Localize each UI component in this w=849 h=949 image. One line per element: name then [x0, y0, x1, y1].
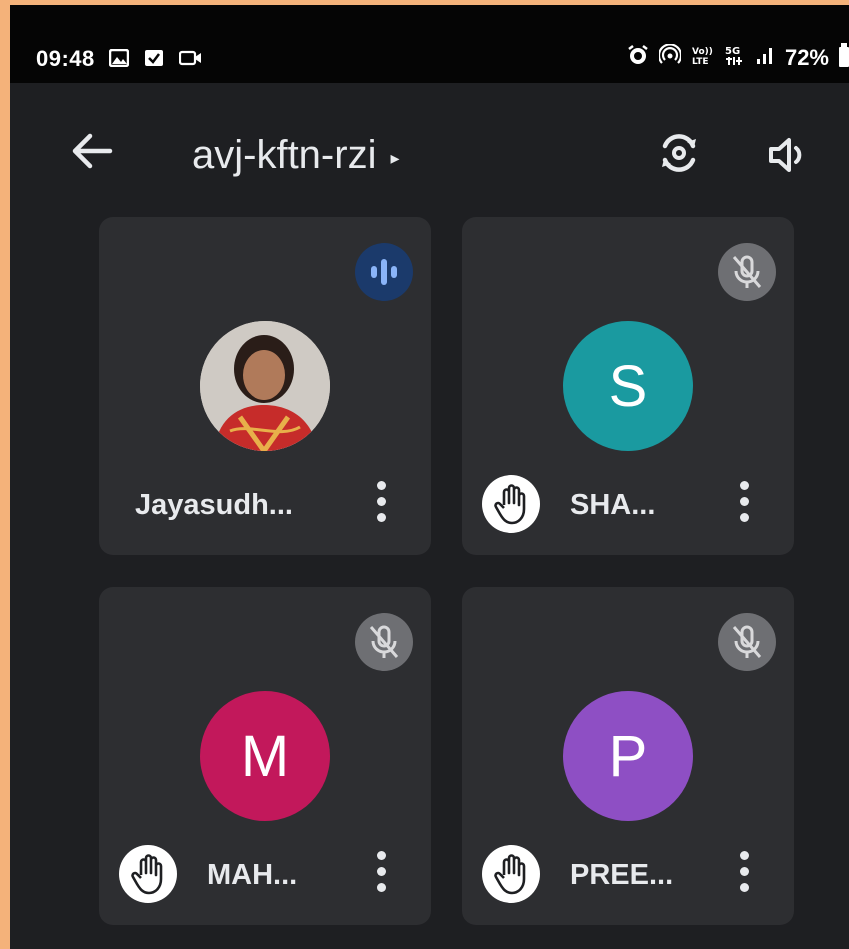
participant-name: MAH... [207, 859, 298, 891]
meeting-app-bar: avj-kftn-rzi ▸ [10, 83, 849, 213]
caret-right-icon: ▸ [390, 148, 400, 168]
svg-text:5G: 5G [725, 46, 740, 57]
avatar-initial: P [563, 691, 693, 821]
more-options-icon[interactable] [740, 481, 750, 527]
participant-name-row: MAH... [99, 845, 431, 905]
gallery-icon [109, 47, 130, 73]
participant-tile-2[interactable]: S SHA... [462, 217, 794, 555]
mic-off-icon [718, 243, 776, 301]
participant-tile-4[interactable]: P PREE... [462, 587, 794, 925]
raised-hand-icon [482, 845, 540, 903]
mic-off-icon [718, 613, 776, 671]
hotspot-icon [657, 43, 683, 72]
svg-text:LTE: LTE [692, 57, 709, 66]
avatar-initial: S [563, 321, 693, 451]
participant-name: PREE... [570, 859, 674, 891]
participant-tile-3[interactable]: M MAH... [99, 587, 431, 925]
meeting-title[interactable]: avj-kftn-rzi ▸ [192, 133, 400, 178]
more-options-icon[interactable] [377, 851, 387, 897]
mic-off-icon [355, 613, 413, 671]
checkbox-icon [144, 47, 164, 73]
more-options-icon[interactable] [377, 481, 387, 527]
speaking-indicator-icon [355, 243, 413, 301]
participant-name-row: SHA... [462, 475, 794, 535]
status-left: 09:48 [36, 46, 203, 73]
battery-text: 72% [784, 45, 829, 70]
participant-tile-1[interactable]: Jayasudh... [99, 217, 431, 555]
signal-icon [755, 45, 775, 71]
avatar-initial: M [200, 691, 330, 821]
5g-icon: 5G [723, 44, 745, 72]
speaker-icon[interactable] [767, 135, 813, 175]
switch-camera-icon[interactable] [655, 129, 703, 177]
video-icon [178, 47, 203, 73]
participant-name: Jayasudh... [135, 489, 293, 521]
svg-text:Vo)): Vo)) [692, 47, 713, 57]
participant-name-row: Jayasudh... [99, 475, 431, 535]
more-options-icon[interactable] [740, 851, 750, 897]
back-arrow-icon[interactable] [70, 131, 114, 171]
status-time: 09:48 [36, 46, 95, 71]
meeting-code: avj-kftn-rzi [192, 133, 377, 177]
status-right: Vo)) LTE 5G 72% [627, 43, 849, 73]
raised-hand-icon [119, 845, 177, 903]
status-bar: 09:48 Vo)) LTE 5G 72% [10, 5, 849, 83]
raised-hand-icon [482, 475, 540, 533]
participant-name: SHA... [570, 489, 656, 521]
participant-name-row: PREE... [462, 845, 794, 905]
volte-icon: Vo)) LTE [691, 44, 713, 72]
alarm-icon [627, 44, 649, 72]
avatar-photo [200, 321, 330, 451]
phone-screen: 09:48 Vo)) LTE 5G 72% avj-kftn-rzi ▸ Jay… [10, 5, 849, 949]
battery-icon [839, 43, 849, 73]
